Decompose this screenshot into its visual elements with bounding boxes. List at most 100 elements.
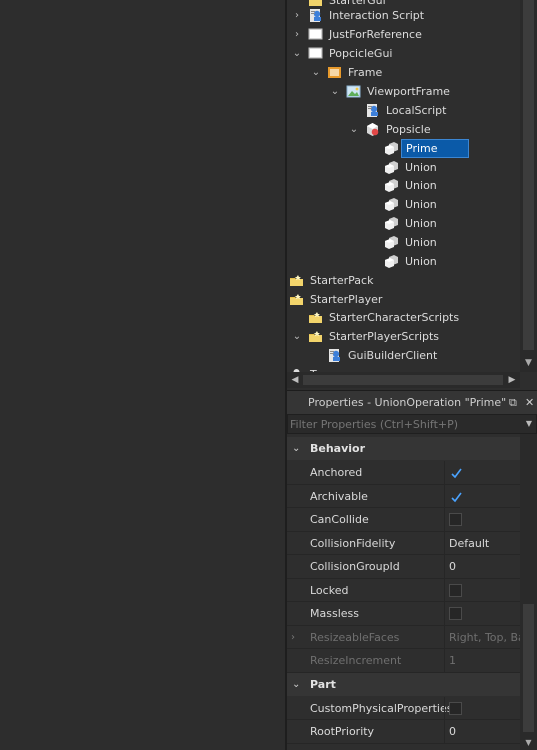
explorer-item-label: StarterCharacterScripts (329, 311, 460, 324)
explorer-item-localscript[interactable]: LocalScript (287, 101, 520, 120)
frame-icon (327, 65, 342, 80)
filter-properties-box[interactable]: ▼ (287, 414, 537, 434)
union-icon (384, 254, 399, 269)
property-row-cancollide[interactable]: CanCollide (287, 508, 520, 532)
checkbox-unchecked[interactable] (449, 607, 462, 620)
explorer-item-starterplayerscripts[interactable]: ⌄ StarterPlayerScripts (287, 327, 520, 346)
chevron-down-icon[interactable]: ⌄ (310, 63, 322, 82)
explorer-item-guibuilderclient[interactable]: GuiBuilderClient (287, 346, 520, 365)
starter-folder-icon (308, 329, 323, 344)
explorer-item-prime[interactable]: Prime (287, 139, 520, 158)
explorer-item-label: Union (405, 179, 437, 192)
explorer-item-label: PopcicleGui (329, 47, 393, 60)
3d-viewport[interactable] (0, 0, 285, 750)
property-row-resizeincrement[interactable]: ResizeIncrement 1 (287, 649, 520, 673)
union-icon (384, 235, 399, 250)
explorer-item-popciclegui[interactable]: ⌄ PopcicleGui (287, 44, 520, 63)
chevron-right-icon[interactable]: › (291, 6, 303, 25)
explorer-item-label: StarterPlayerScripts (329, 330, 440, 343)
chevron-down-icon[interactable]: ⌄ (291, 44, 303, 63)
property-row-locked[interactable]: Locked (287, 578, 520, 602)
property-name: ResizeableFaces (310, 630, 400, 644)
property-row-collisionfidelity[interactable]: CollisionFidelity Default (287, 531, 520, 555)
chevron-down-icon[interactable]: ⌄ (292, 673, 300, 696)
scroll-down-arrow-icon[interactable]: ▼ (520, 355, 537, 372)
explorer-item-interaction-script[interactable]: › Interaction Script (287, 6, 520, 25)
chevron-right-icon[interactable]: › (291, 626, 295, 649)
filter-properties-input[interactable] (290, 416, 520, 432)
property-value[interactable] (444, 696, 520, 720)
property-value[interactable] (444, 602, 520, 625)
property-row-customphysicalproperties[interactable]: CustomPhysicalProperties (287, 696, 520, 720)
property-row-anchored[interactable]: Anchored (287, 461, 520, 485)
scrollbar-thumb[interactable] (523, 604, 534, 732)
property-name: Archivable (310, 489, 368, 503)
properties-vertical-scrollbar[interactable]: ▼ (520, 434, 537, 750)
explorer-item-label: Interaction Script (329, 9, 425, 22)
explorer-panel: StarterGui › Interaction Script › JustForRef… (287, 0, 537, 390)
property-name: CanCollide (310, 513, 369, 526)
explorer-item-union[interactable]: Union (287, 214, 520, 233)
property-name: CollisionFidelity (310, 536, 396, 550)
explorer-item-justforreference[interactable]: › JustForReference (287, 25, 520, 44)
starter-folder-icon (289, 273, 304, 288)
properties-panel: Properties - UnionOperation "Prime" ⧉ ✕ … (287, 390, 537, 750)
property-name: Massless (310, 607, 359, 620)
chevron-down-icon[interactable]: ▼ (526, 415, 532, 433)
chevron-down-icon[interactable]: ⌄ (292, 437, 300, 460)
explorer-vertical-scrollbar[interactable]: ▼ (520, 0, 537, 372)
explorer-item-union[interactable]: Union (287, 233, 520, 252)
scroll-left-arrow-icon[interactable]: ◀ (287, 372, 303, 388)
chevron-down-icon[interactable]: ⌄ (329, 82, 341, 101)
checkbox-checked[interactable] (449, 466, 462, 479)
property-value[interactable] (444, 508, 520, 531)
category-label: Part (310, 678, 336, 691)
explorer-item-starterplayer[interactable]: StarterPlayer (287, 290, 520, 309)
explorer-item-label: Popsicle (386, 123, 431, 136)
explorer-item-viewportframe[interactable]: ⌄ ViewportFrame (287, 82, 520, 101)
property-value[interactable] (444, 461, 520, 484)
localscript-icon (327, 348, 342, 363)
explorer-item-union[interactable]: Union (287, 176, 520, 195)
chevron-down-icon[interactable]: ⌄ (348, 120, 360, 139)
undock-icon[interactable]: ⧉ (509, 391, 517, 415)
checkbox-unchecked[interactable] (449, 701, 462, 715)
property-row-massless[interactable]: Massless (287, 602, 520, 626)
category-behavior[interactable]: ⌄ Behavior (287, 437, 520, 460)
property-row-rootpriority[interactable]: RootPriority 0 (287, 720, 520, 744)
explorer-item-union[interactable]: Union (287, 158, 520, 177)
property-value[interactable] (444, 578, 520, 602)
property-value[interactable]: 0 (444, 720, 520, 743)
scrollbar-thumb[interactable] (523, 0, 534, 350)
explorer-item-popsicle[interactable]: ⌄ Popsicle (287, 120, 520, 139)
property-value[interactable] (444, 484, 520, 508)
property-name: CollisionGroupId (310, 560, 400, 573)
localscript-icon (365, 103, 380, 118)
union-icon (384, 141, 399, 156)
checkbox-unchecked[interactable] (449, 513, 462, 526)
property-value[interactable]: Default (444, 531, 520, 555)
category-part[interactable]: ⌄ Part (287, 673, 520, 696)
checkbox-checked[interactable] (449, 490, 462, 503)
chevron-down-icon[interactable]: ⌄ (291, 327, 303, 346)
property-row-archivable[interactable]: Archivable (287, 484, 520, 508)
scrollbar-thumb[interactable] (303, 375, 503, 385)
chevron-right-icon[interactable]: › (291, 25, 303, 44)
union-icon (384, 160, 399, 175)
checkbox-unchecked[interactable] (449, 583, 462, 597)
explorer-item-frame[interactable]: ⌄ Frame (287, 63, 520, 82)
explorer-item-starterpack[interactable]: StarterPack (287, 271, 520, 290)
explorer-item-union[interactable]: Union (287, 195, 520, 214)
property-row-collisiongroupid[interactable]: CollisionGroupId 0 (287, 555, 520, 579)
close-icon[interactable]: ✕ (525, 391, 534, 415)
explorer-item-startercharacterscripts[interactable]: StarterCharacterScripts (287, 308, 520, 327)
explorer-horizontal-scrollbar[interactable]: ◀ ▶ (287, 372, 520, 388)
explorer-item-union[interactable]: Union (287, 252, 520, 271)
localscript-icon (308, 8, 323, 23)
scroll-down-arrow-icon[interactable]: ▼ (520, 736, 537, 750)
property-row-resizeablefaces[interactable]: › ResizeableFaces Right, Top, Back (287, 625, 520, 649)
property-value[interactable]: 0 (444, 555, 520, 578)
explorer-item-label: Union (405, 161, 437, 174)
property-name: CustomPhysicalProperties (310, 701, 453, 715)
scroll-right-arrow-icon[interactable]: ▶ (504, 372, 520, 388)
